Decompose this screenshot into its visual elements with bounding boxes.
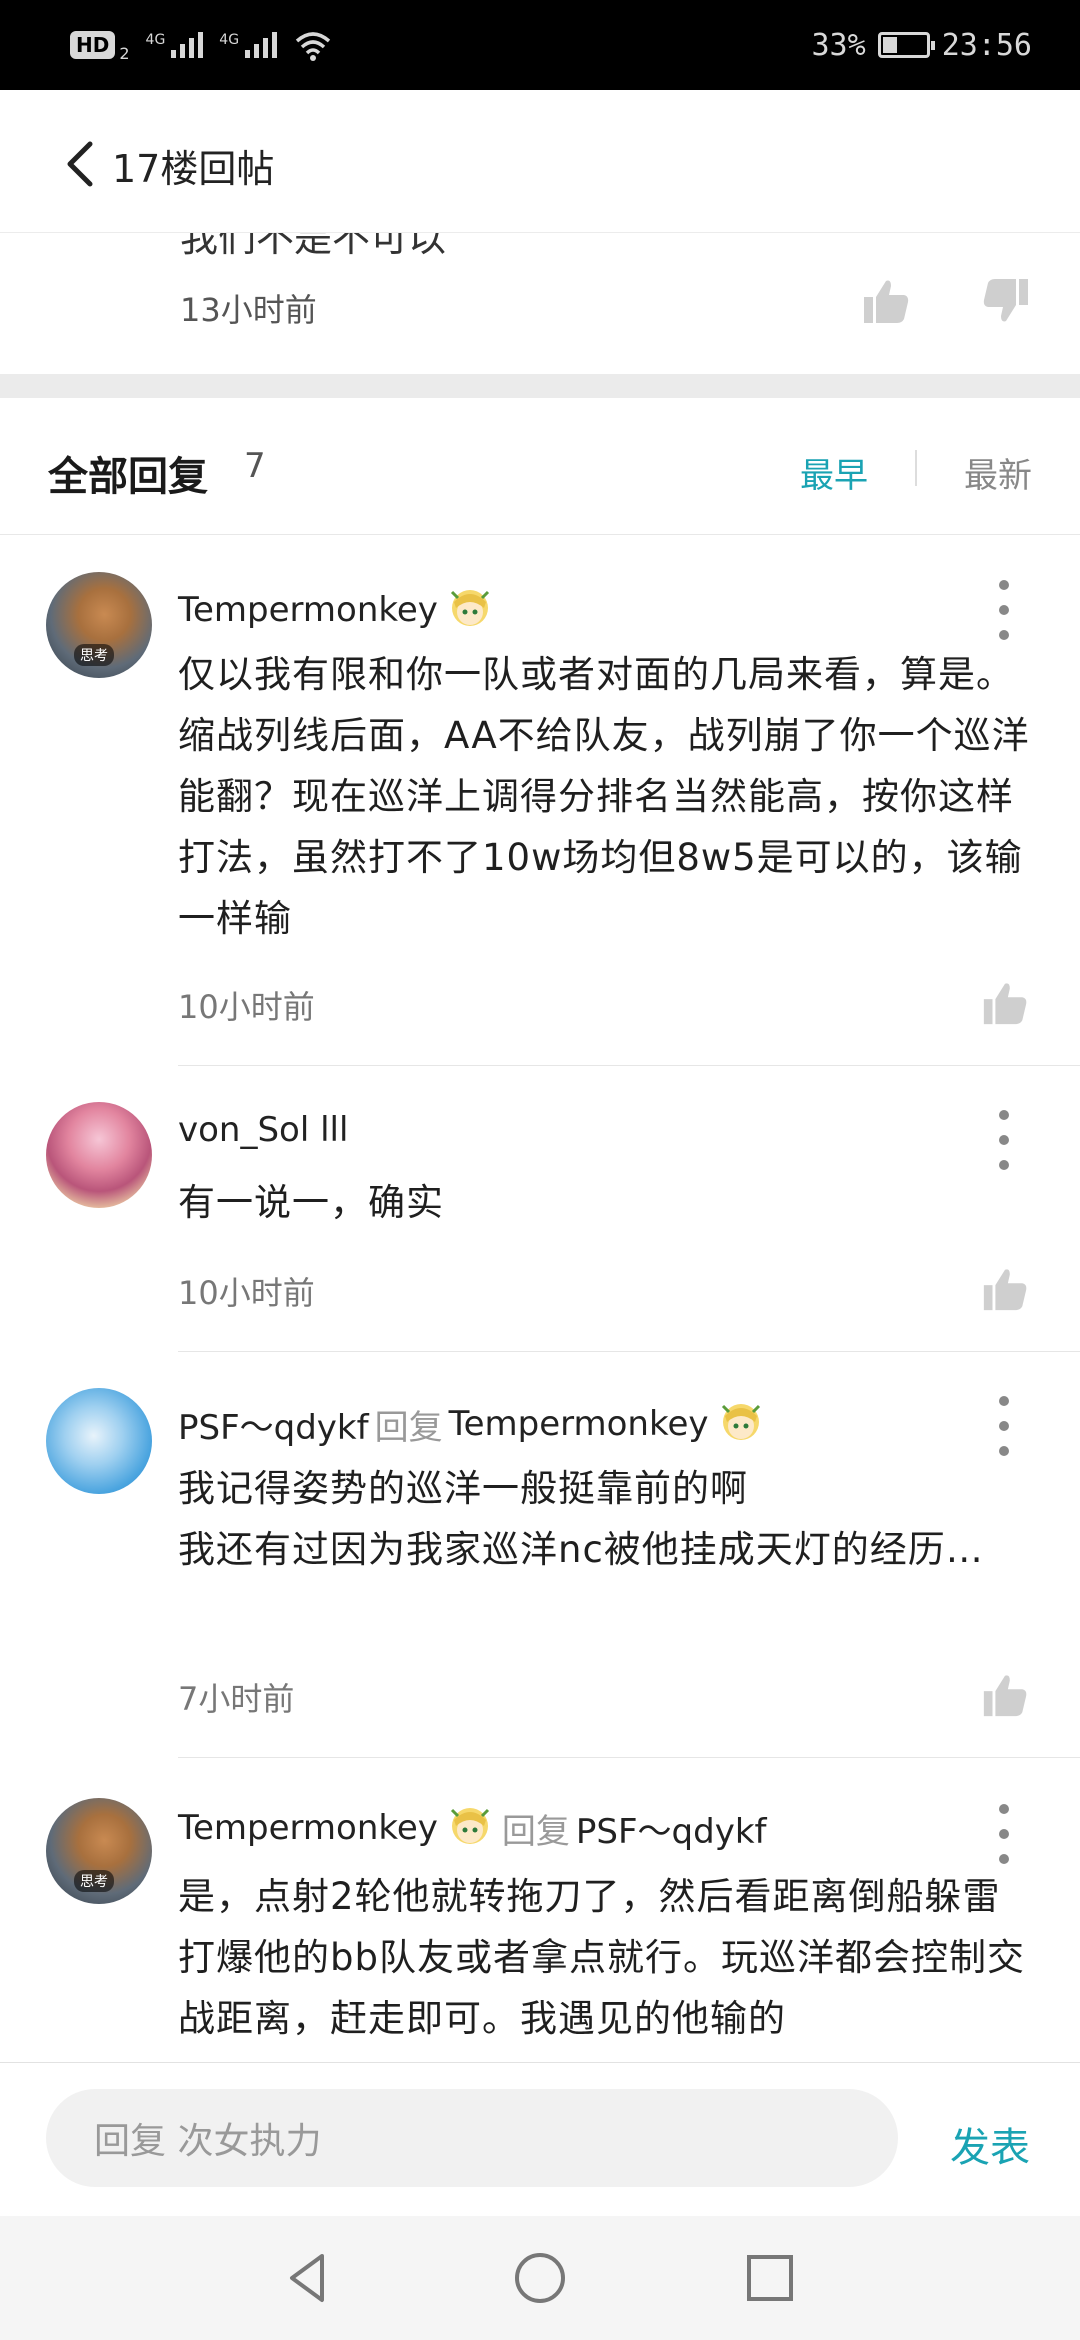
comment-item: 思考 Tempermonkey 回复 PSF～qdykf 是，点射2轮他就转拖刀… xyxy=(0,1758,1080,2062)
avatar[interactable]: 思考 xyxy=(46,1798,152,1904)
username[interactable]: Tempermonkey xyxy=(178,1808,438,1848)
original-post: 我们不是不可以 13小时前 xyxy=(0,232,1080,375)
clock: 23:56 xyxy=(941,27,1032,63)
thumb-up-icon[interactable] xyxy=(980,978,1030,1028)
original-post-text: 我们不是不可以 xyxy=(180,232,447,260)
reply-label: 回复 xyxy=(501,1811,570,1852)
nav-back-icon[interactable] xyxy=(276,2246,340,2310)
comment-text: 仅以我有限和你一队或者对面的几局来看，算是。缩战列线后面，AA不给队友，战列崩了… xyxy=(178,653,1030,940)
status-right: 33% 23:56 xyxy=(812,22,1033,68)
comment-text: 我记得姿势的巡洋一般挺靠前的啊 我还有过因为我家巡洋nc被他挂成天灯的经历… xyxy=(178,1467,984,1571)
thumb-up-icon[interactable] xyxy=(980,1670,1030,1720)
username[interactable]: Tempermonkey xyxy=(178,590,438,630)
comment-item: 思考 Tempermonkey 仅以我有限和你一队或者对面的几局来看，算是。缩战… xyxy=(0,534,1080,1066)
thumb-down-icon[interactable] xyxy=(980,275,1032,327)
status-left: HD 2 4G 4G xyxy=(70,22,333,68)
comment-item: PSF～qdykf 回复 Tempermonkey 我记得姿势的巡洋一般挺靠前的… xyxy=(0,1352,1080,1758)
battery-icon xyxy=(877,32,935,58)
username[interactable]: PSF～qdykf xyxy=(178,1400,369,1449)
more-vert-icon[interactable] xyxy=(992,1110,1016,1170)
thumb-up-icon[interactable] xyxy=(860,275,912,327)
username-line: PSF～qdykf 回复 Tempermonkey xyxy=(178,1398,767,1450)
thumb-up-icon[interactable] xyxy=(980,1264,1030,1314)
nav-home-icon[interactable] xyxy=(508,2246,572,2310)
section-separator xyxy=(0,374,1080,398)
signal-icon-2: 4G xyxy=(219,32,278,58)
comment-time: 7小时前 xyxy=(178,1680,295,1718)
reply-input[interactable]: 回复 次女执力 xyxy=(46,2089,898,2187)
replies-count: 7 xyxy=(244,446,266,486)
avatar[interactable] xyxy=(46,1388,152,1494)
more-vert-icon[interactable] xyxy=(992,1804,1016,1864)
wifi-icon xyxy=(295,32,331,61)
comment-text: 有一说一，确实 xyxy=(178,1181,444,1224)
sort-divider xyxy=(915,450,917,486)
sort-earliest-button[interactable]: 最早 xyxy=(800,448,868,497)
avatar-tag: 思考 xyxy=(74,644,114,666)
comment-text: 是，点射2轮他就转拖刀了，然后看距离倒船躲雷打爆他的bb队友或者拿点就行。玩巡洋… xyxy=(178,1875,1025,2040)
comment-item: von_Sol lll 有一说一，确实 10小时前 xyxy=(0,1066,1080,1352)
send-button[interactable]: 发表 xyxy=(950,2115,1030,2173)
more-vert-icon[interactable] xyxy=(992,580,1016,640)
username-line: von_Sol lll xyxy=(178,1110,348,1150)
comment-time: 10小时前 xyxy=(178,1274,315,1312)
reply-to-username[interactable]: PSF～qdykf xyxy=(576,1804,767,1853)
page-header: 17楼回帖 xyxy=(0,90,1080,232)
more-vert-icon[interactable] xyxy=(992,1396,1016,1456)
original-post-time: 13小时前 xyxy=(180,291,317,329)
reply-to-username[interactable]: Tempermonkey xyxy=(449,1404,709,1444)
page-title: 17楼回帖 xyxy=(112,147,275,191)
user-badge-icon xyxy=(450,590,489,626)
username-line: Tempermonkey 回复 PSF～qdykf xyxy=(178,1802,767,1854)
comment-time: 10小时前 xyxy=(178,988,315,1026)
avatar[interactable] xyxy=(46,1102,152,1208)
replies-header: 全部回复 7 最早 最新 xyxy=(0,398,1080,535)
system-nav-bar xyxy=(0,2216,1080,2340)
username-line: Tempermonkey xyxy=(178,584,496,636)
user-badge-icon xyxy=(721,1404,760,1440)
battery-percent: 33% xyxy=(811,27,866,63)
reply-bar: 回复 次女执力 发表 xyxy=(0,2062,1080,2217)
avatar[interactable]: 思考 xyxy=(46,572,152,678)
replies-title: 全部回复 xyxy=(48,454,208,500)
nav-recents-icon[interactable] xyxy=(738,2246,802,2310)
username[interactable]: von_Sol lll xyxy=(178,1110,348,1150)
user-badge-icon xyxy=(450,1808,489,1844)
signal-icon-1: 4G xyxy=(146,32,204,58)
hd-sub: 2 xyxy=(119,43,130,63)
hd-badge: HD xyxy=(70,31,116,59)
back-arrow-icon[interactable] xyxy=(56,134,104,194)
avatar-tag: 思考 xyxy=(74,1870,114,1892)
sort-newest-button[interactable]: 最新 xyxy=(964,448,1032,497)
reply-label: 回复 xyxy=(374,1407,443,1448)
status-bar: HD 2 4G 4G 33% 23:56 xyxy=(0,0,1080,90)
